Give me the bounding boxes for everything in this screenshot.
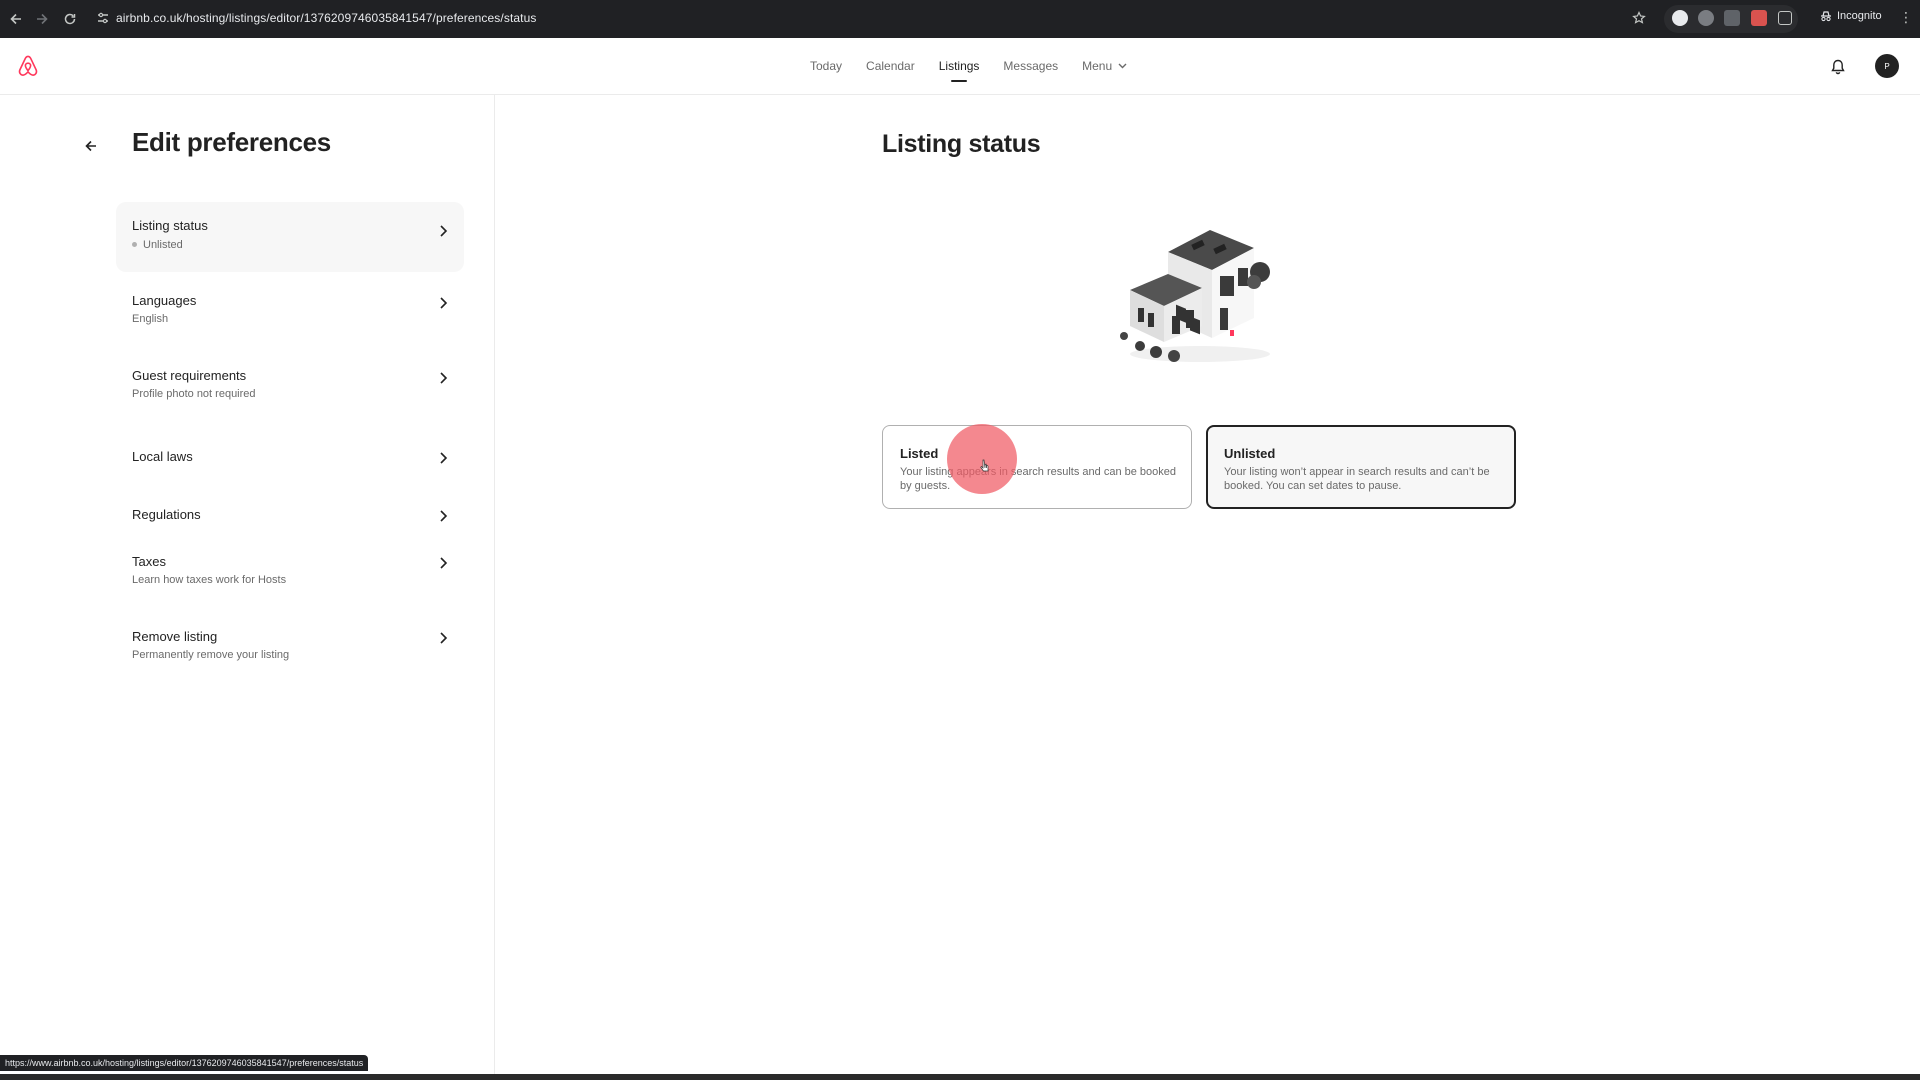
- link-status-bar: https://www.airbnb.co.uk/hosting/listing…: [0, 1055, 369, 1071]
- chevron-right-icon: [440, 297, 448, 309]
- sidebar-item-label: Listing status: [132, 218, 208, 233]
- sidebar-item-languages[interactable]: Languages English: [116, 281, 464, 337]
- bottom-strip: [0, 1074, 1920, 1080]
- unlisted-option[interactable]: Unlisted Your listing won’t appear in se…: [1206, 425, 1516, 509]
- sidebar-item-listing-status[interactable]: Listing status Unlisted: [116, 202, 464, 272]
- star-icon[interactable]: [1632, 11, 1646, 25]
- back-arrow-icon: [85, 140, 96, 152]
- nav-menu[interactable]: Menu: [1082, 38, 1127, 94]
- incognito-indicator[interactable]: Incognito: [1820, 10, 1882, 22]
- chevron-down-icon: [1118, 63, 1127, 69]
- mouse-cursor-icon: [980, 459, 989, 472]
- listed-option[interactable]: Listed Your listing appears in search re…: [882, 425, 1192, 509]
- sidebar-item-remove-listing[interactable]: Remove listing Permanently remove your l…: [116, 618, 464, 674]
- house-illustration: [1120, 230, 1270, 362]
- site-info-icon[interactable]: [96, 11, 110, 25]
- extension-icon[interactable]: [1672, 10, 1688, 26]
- avatar[interactable]: P: [1875, 54, 1899, 78]
- back-arrow-icon[interactable]: [6, 9, 26, 29]
- sidebar-item-label: Languages: [132, 293, 197, 308]
- browser-chrome: airbnb.co.uk/hosting/listings/editor/137…: [0, 0, 1920, 38]
- airbnb-logo[interactable]: [14, 54, 42, 80]
- chevron-right-icon: [440, 372, 448, 384]
- nav-calendar[interactable]: Calendar: [866, 38, 915, 94]
- top-navigation: Today Calendar Listings Messages Menu P: [0, 38, 1920, 95]
- forward-arrow-icon[interactable]: [32, 9, 52, 29]
- puzzle-extensions-icon[interactable]: [1778, 11, 1792, 25]
- nav-listings[interactable]: Listings: [939, 38, 980, 94]
- chevron-right-icon: [440, 452, 448, 464]
- incognito-icon: [1821, 11, 1831, 22]
- sidebar-item-label: Regulations: [132, 507, 201, 522]
- sidebar-item-sub: Permanently remove your listing: [132, 649, 290, 661]
- sidebar-item-local-laws[interactable]: Local laws: [116, 438, 464, 478]
- sidebar-item-regulations[interactable]: Regulations: [116, 496, 464, 536]
- sidebar-item-taxes[interactable]: Taxes Learn how taxes work for Hosts: [116, 543, 464, 599]
- option-title: Listed: [900, 446, 939, 461]
- option-title: Unlisted: [1224, 446, 1276, 461]
- kebab-menu-icon[interactable]: ⋮: [1899, 9, 1913, 26]
- extension-icon[interactable]: [1751, 10, 1767, 26]
- sidebar-item-sub: Learn how taxes work for Hosts: [132, 574, 287, 586]
- section-title: Listing status: [882, 130, 1041, 158]
- chevron-right-icon: [440, 510, 448, 522]
- address-bar-url[interactable]: airbnb.co.uk/hosting/listings/editor/137…: [116, 11, 536, 25]
- extension-icon[interactable]: [1698, 10, 1714, 26]
- option-description: Your listing won’t appear in search resu…: [1224, 466, 1490, 492]
- preferences-sidebar: Edit preferences Listing status Unlisted…: [0, 95, 495, 1080]
- nav-today[interactable]: Today: [810, 38, 842, 94]
- reload-icon[interactable]: [60, 9, 80, 29]
- back-button[interactable]: [76, 131, 106, 161]
- status-dot: [132, 241, 137, 247]
- incognito-label: Incognito: [1837, 10, 1882, 22]
- nav-messages[interactable]: Messages: [1003, 38, 1058, 94]
- sidebar-item-sub: Profile photo not required: [132, 388, 256, 400]
- sidebar-item-label: Taxes: [132, 554, 166, 569]
- nav-links: Today Calendar Listings Messages Menu: [810, 38, 1127, 94]
- sidebar-item-label: Local laws: [132, 449, 193, 464]
- sidebar-item-sub: Unlisted: [132, 239, 183, 251]
- sidebar-item-sub: English: [132, 313, 169, 325]
- chevron-right-icon: [440, 557, 448, 569]
- sidebar-item-label: Guest requirements: [132, 368, 247, 383]
- extension-icon[interactable]: [1724, 10, 1740, 26]
- page-title: Edit preferences: [132, 127, 331, 157]
- sidebar-item-label: Remove listing: [132, 629, 218, 644]
- bell-icon[interactable]: [1829, 58, 1847, 76]
- chevron-right-icon: [440, 225, 448, 237]
- chevron-right-icon: [440, 632, 448, 644]
- sidebar-item-guest-requirements[interactable]: Guest requirements Profile photo not req…: [116, 356, 464, 412]
- option-description: Your listing appears in search results a…: [900, 466, 1176, 492]
